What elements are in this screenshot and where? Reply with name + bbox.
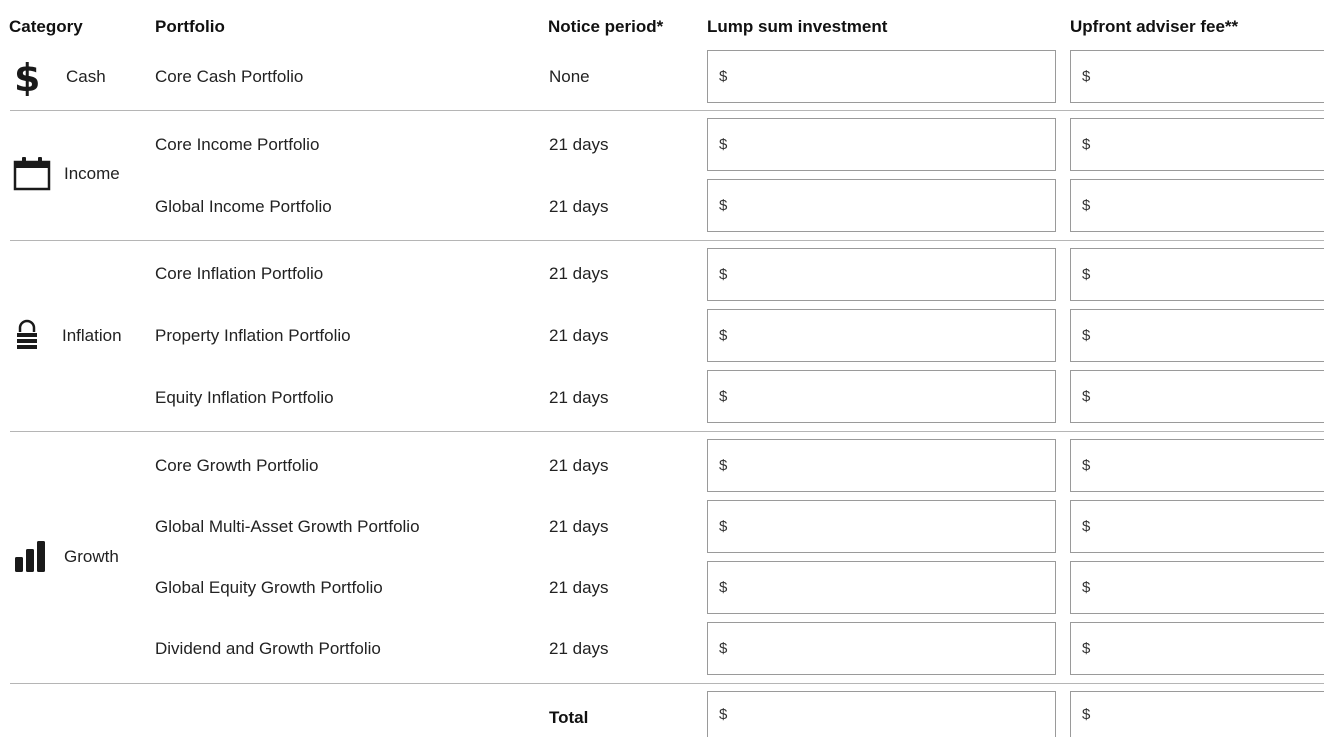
- adviser-fee-input[interactable]: $: [1070, 248, 1324, 301]
- currency-prefix: $: [719, 640, 728, 657]
- currency-prefix: $: [719, 457, 728, 474]
- section-divider: [10, 240, 1324, 241]
- notice-period: 21 days: [549, 388, 609, 407]
- currency-prefix: $: [719, 388, 728, 405]
- notice-period: 21 days: [549, 326, 609, 345]
- currency-prefix: $: [1082, 136, 1091, 153]
- currency-prefix: $: [1082, 68, 1091, 85]
- category-growth: Growth: [12, 539, 119, 575]
- lock-icon: [12, 318, 54, 354]
- currency-prefix: $: [1082, 640, 1091, 657]
- portfolio-name: Equity Inflation Portfolio: [155, 388, 334, 407]
- lump-sum-input[interactable]: $: [707, 370, 1056, 423]
- adviser-fee-input[interactable]: $: [1070, 179, 1324, 232]
- portfolio-name: Global Equity Growth Portfolio: [155, 578, 383, 597]
- lump-sum-input[interactable]: $: [707, 179, 1056, 232]
- category-inflation: Inflation: [12, 318, 122, 354]
- currency-prefix: $: [719, 266, 728, 283]
- currency-prefix: $: [719, 327, 728, 344]
- total-lump-sum-input[interactable]: $: [707, 691, 1056, 737]
- currency-prefix: $: [719, 136, 728, 153]
- header-adviser-fee: Upfront adviser fee**: [1070, 17, 1239, 36]
- adviser-fee-input[interactable]: $: [1070, 370, 1324, 423]
- lump-sum-input[interactable]: $: [707, 50, 1056, 103]
- notice-period: 21 days: [549, 456, 609, 475]
- calendar-icon: [12, 156, 54, 192]
- lump-sum-input[interactable]: $: [707, 118, 1056, 171]
- adviser-fee-input[interactable]: $: [1070, 500, 1324, 553]
- total-label: Total: [549, 708, 589, 727]
- category-label: Inflation: [62, 326, 122, 345]
- currency-prefix: $: [719, 579, 728, 596]
- currency-prefix: $: [719, 706, 728, 723]
- adviser-fee-input[interactable]: $: [1070, 118, 1324, 171]
- category-income: Income: [12, 156, 120, 192]
- category-label: Income: [64, 164, 120, 183]
- adviser-fee-input[interactable]: $: [1070, 50, 1324, 103]
- portfolio-name: Global Multi-Asset Growth Portfolio: [155, 517, 420, 536]
- notice-period: 21 days: [549, 135, 609, 154]
- lump-sum-input[interactable]: $: [707, 439, 1056, 492]
- portfolio-name: Global Income Portfolio: [155, 197, 332, 216]
- header-lump-sum: Lump sum investment: [707, 17, 888, 36]
- currency-prefix: $: [1082, 266, 1091, 283]
- dollar-icon: $: [12, 58, 54, 96]
- adviser-fee-input[interactable]: $: [1070, 309, 1324, 362]
- header-category: Category: [9, 17, 83, 36]
- notice-period: 21 days: [549, 578, 609, 597]
- category-label: Growth: [64, 547, 119, 566]
- adviser-fee-input[interactable]: $: [1070, 561, 1324, 614]
- notice-period: 21 days: [549, 517, 609, 536]
- section-divider: [10, 431, 1324, 432]
- lump-sum-input[interactable]: $: [707, 622, 1056, 675]
- lump-sum-input[interactable]: $: [707, 248, 1056, 301]
- portfolio-name: Core Income Portfolio: [155, 135, 320, 154]
- currency-prefix: $: [1082, 457, 1091, 474]
- currency-prefix: $: [719, 197, 728, 214]
- category-label: Cash: [66, 67, 106, 86]
- currency-prefix: $: [1082, 197, 1091, 214]
- portfolio-name: Core Inflation Portfolio: [155, 264, 324, 283]
- adviser-fee-input[interactable]: $: [1070, 439, 1324, 492]
- currency-prefix: $: [719, 518, 728, 535]
- currency-prefix: $: [1082, 579, 1091, 596]
- portfolio-name: Dividend and Growth Portfolio: [155, 639, 381, 658]
- notice-period: 21 days: [549, 197, 609, 216]
- adviser-fee-input[interactable]: $: [1070, 622, 1324, 675]
- bar-chart-icon: [12, 539, 54, 575]
- currency-prefix: $: [1082, 388, 1091, 405]
- category-cash: $ Cash: [12, 58, 106, 96]
- section-divider: [10, 683, 1324, 684]
- notice-period: 21 days: [549, 639, 609, 658]
- currency-prefix: $: [1082, 518, 1091, 535]
- section-divider: [10, 110, 1324, 111]
- svg-text:$: $: [14, 58, 40, 96]
- notice-period: 21 days: [549, 264, 609, 283]
- header-notice-period: Notice period*: [548, 17, 664, 36]
- lump-sum-input[interactable]: $: [707, 309, 1056, 362]
- header-portfolio: Portfolio: [155, 17, 225, 36]
- total-adviser-fee-input[interactable]: $: [1070, 691, 1324, 737]
- currency-prefix: $: [1082, 706, 1091, 723]
- portfolio-name: Property Inflation Portfolio: [155, 326, 351, 345]
- portfolio-name: Core Cash Portfolio: [155, 67, 304, 86]
- lump-sum-input[interactable]: $: [707, 561, 1056, 614]
- lump-sum-input[interactable]: $: [707, 500, 1056, 553]
- portfolio-name: Core Growth Portfolio: [155, 456, 319, 475]
- currency-prefix: $: [1082, 327, 1091, 344]
- notice-period: None: [549, 67, 590, 86]
- currency-prefix: $: [719, 68, 728, 85]
